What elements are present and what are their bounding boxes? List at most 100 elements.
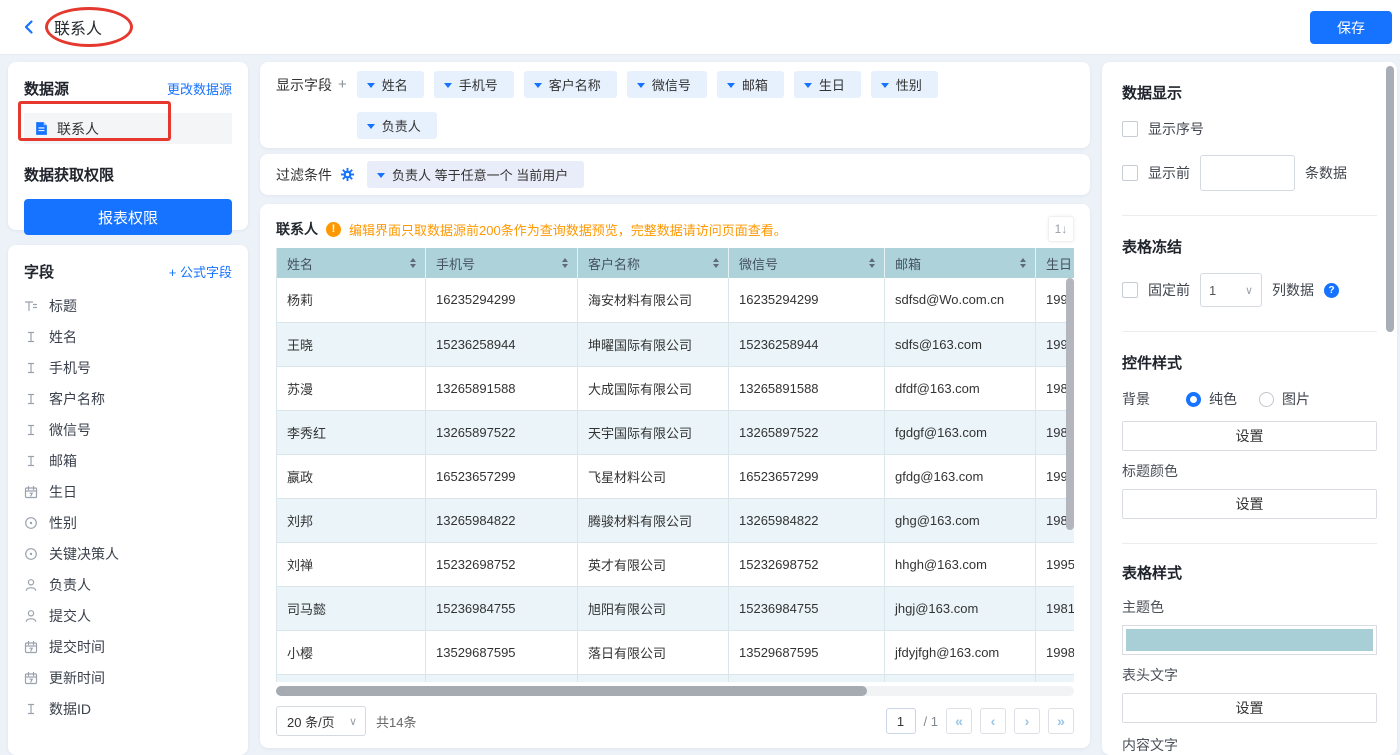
fields-card: 字段 + 公式字段 标题姓名手机号客户名称微信号邮箱生日性别关键决策人负责人提交…: [8, 245, 248, 755]
display-fields-label: 显示字段: [276, 71, 332, 99]
save-button[interactable]: 保存: [1310, 11, 1392, 44]
display-field-chip[interactable]: 客户名称: [524, 71, 617, 98]
filter-label: 过滤条件: [276, 165, 332, 185]
display-field-chip[interactable]: 微信号: [627, 71, 707, 98]
header-text-setting-button[interactable]: 设置: [1122, 693, 1377, 723]
add-display-field-button[interactable]: +: [338, 71, 347, 99]
column-header[interactable]: 手机号: [426, 248, 578, 278]
chevron-down-icon: ∨: [349, 715, 357, 728]
image-radio[interactable]: [1259, 392, 1274, 407]
datasource-item[interactable]: 联系人: [24, 113, 232, 144]
freeze-count-select[interactable]: 1 ∨: [1200, 273, 1262, 307]
table-cell: sdfsd@Wo.com.cn: [885, 278, 1036, 322]
field-item[interactable]: 提交人: [24, 600, 232, 631]
title-color-setting-button[interactable]: 设置: [1122, 489, 1377, 519]
table-cell: 13529687595: [729, 630, 885, 674]
field-label: 提交人: [49, 606, 91, 626]
data-display-title: 数据显示: [1122, 82, 1377, 103]
display-field-chip[interactable]: 性别: [871, 71, 938, 98]
title-color-label: 标题颜色: [1122, 461, 1377, 481]
column-header[interactable]: 姓名: [277, 248, 426, 278]
datasource-card: 数据源 更改数据源 联系人 数据获取权限 报表权限: [8, 62, 248, 230]
prev-page-button[interactable]: ‹: [980, 708, 1006, 734]
scrollbar-thumb[interactable]: [276, 686, 867, 696]
table-row: 苏漫13265891588大成国际有限公司13265891588dfdf@163…: [277, 366, 1075, 410]
add-formula-field-link[interactable]: + 公式字段: [169, 262, 232, 281]
table-cell: 15232698752: [729, 542, 885, 586]
table-row: 司马懿15236984755旭阳有限公司15236984755jhgj@163.…: [277, 586, 1075, 630]
field-item[interactable]: 姓名: [24, 321, 232, 352]
field-item[interactable]: 更新时间: [24, 662, 232, 693]
table-horizontal-scrollbar[interactable]: [276, 686, 1074, 696]
page-size-select[interactable]: 20 条/页 ∨: [276, 706, 366, 736]
display-field-chip[interactable]: 邮箱: [717, 71, 784, 98]
table-cell: 坤曜国际有限公司: [578, 322, 729, 366]
table-cell: 天宇国际有限公司: [578, 410, 729, 454]
gear-icon[interactable]: [340, 167, 355, 182]
filter-condition-chip[interactable]: 负责人 等于任意一个 当前用户: [367, 161, 584, 188]
calendar-icon: [24, 670, 39, 685]
table-cell: 嬴政: [277, 454, 426, 498]
panel-scrollbar[interactable]: [1386, 66, 1394, 332]
field-item[interactable]: 邮箱: [24, 445, 232, 476]
column-header[interactable]: 微信号: [729, 248, 885, 278]
field-item[interactable]: 手机号: [24, 352, 232, 383]
help-icon[interactable]: ?: [1324, 283, 1339, 298]
table-row: 刘禅15232698752英才有限公司15232698752hhgh@163.c…: [277, 542, 1075, 586]
display-field-chip[interactable]: 负责人: [357, 112, 437, 139]
table-row: 杨莉16235294299海安材料有限公司16235294299sdfsd@Wo…: [277, 278, 1075, 322]
freeze-columns-checkbox[interactable]: [1122, 282, 1138, 298]
field-item[interactable]: 关键决策人: [24, 538, 232, 569]
column-header[interactable]: 邮箱: [885, 248, 1036, 278]
freeze-count-value: 1: [1209, 283, 1216, 298]
sort-icon: [713, 255, 719, 271]
field-item[interactable]: 标题: [24, 290, 232, 321]
background-setting-button[interactable]: 设置: [1122, 421, 1377, 451]
divider: [1122, 543, 1377, 544]
table-freeze-title: 表格冻结: [1122, 236, 1377, 257]
table-body: 杨莉16235294299海安材料有限公司16235294299sdfsd@Wo…: [277, 278, 1075, 682]
display-field-chip[interactable]: 姓名: [357, 71, 424, 98]
field-label: 生日: [49, 482, 77, 502]
table-cell: 小樱: [277, 630, 426, 674]
field-item[interactable]: 数据ID: [24, 693, 232, 724]
solid-color-radio[interactable]: [1186, 392, 1201, 407]
table-cell: 13265897522: [426, 410, 578, 454]
widget-style-title: 控件样式: [1122, 352, 1377, 373]
current-page-input[interactable]: 1: [886, 708, 916, 734]
column-label: 手机号: [436, 257, 475, 272]
show-first-checkbox[interactable]: [1122, 165, 1138, 181]
field-item[interactable]: 负责人: [24, 569, 232, 600]
field-item[interactable]: 性别: [24, 507, 232, 538]
table-vertical-scrollbar[interactable]: [1066, 278, 1074, 682]
filter-condition-label: 负责人 等于任意一个 当前用户: [392, 165, 568, 184]
table-cell: 刘禅: [277, 542, 426, 586]
first-page-button[interactable]: «: [946, 708, 972, 734]
sort-order-icon[interactable]: 1↓: [1048, 216, 1074, 242]
theme-color-picker[interactable]: [1122, 625, 1377, 655]
column-label: 客户名称: [588, 257, 640, 272]
chevron-left-icon: [20, 18, 38, 36]
field-list: 标题姓名手机号客户名称微信号邮箱生日性别关键决策人负责人提交人提交时间更新时间数…: [24, 290, 232, 724]
last-page-button[interactable]: »: [1048, 708, 1074, 734]
show-first-count-input[interactable]: [1200, 155, 1295, 191]
field-item[interactable]: 客户名称: [24, 383, 232, 414]
column-header[interactable]: 生日: [1036, 248, 1075, 278]
field-label: 更新时间: [49, 668, 105, 688]
next-page-button[interactable]: ›: [1014, 708, 1040, 734]
table-cell: 13265984822: [729, 498, 885, 542]
field-label: 手机号: [49, 358, 91, 378]
display-field-chip[interactable]: 生日: [794, 71, 861, 98]
field-item[interactable]: 微信号: [24, 414, 232, 445]
divider: [1122, 331, 1377, 332]
column-header[interactable]: 客户名称: [578, 248, 729, 278]
scrollbar-thumb[interactable]: [1066, 278, 1074, 530]
field-item[interactable]: 提交时间: [24, 631, 232, 662]
back-button[interactable]: [20, 18, 38, 36]
display-field-chip[interactable]: 手机号: [434, 71, 514, 98]
chevron-down-icon: [804, 83, 812, 92]
show-index-checkbox[interactable]: [1122, 121, 1138, 137]
report-permission-button[interactable]: 报表权限: [24, 199, 232, 235]
field-item[interactable]: 生日: [24, 476, 232, 507]
change-datasource-link[interactable]: 更改数据源: [167, 79, 232, 98]
